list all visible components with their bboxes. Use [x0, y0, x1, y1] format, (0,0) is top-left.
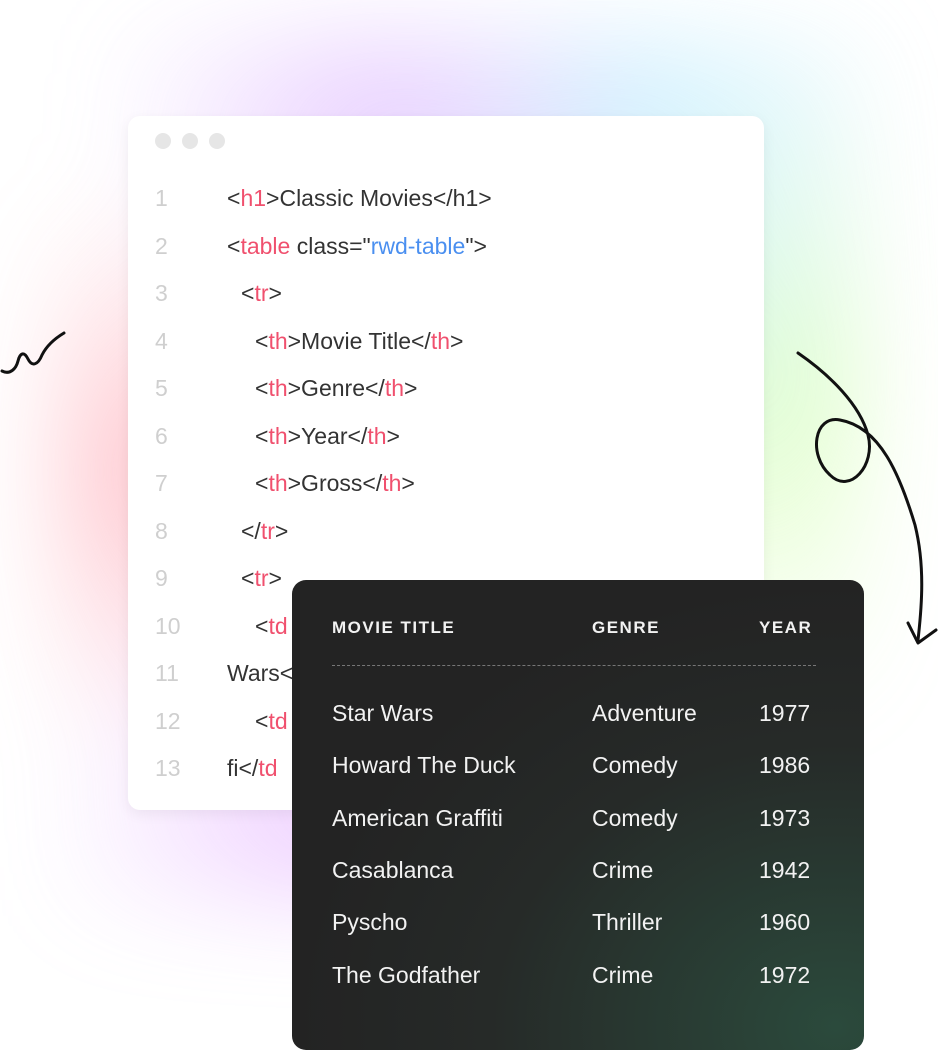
header-year: YEAR: [759, 618, 813, 637]
code-token: Wars<: [227, 660, 294, 686]
tag-name: th: [382, 470, 402, 496]
tag-name: table: [240, 232, 291, 259]
cell-genre: Crime: [592, 961, 654, 988]
code-token: >: [268, 280, 282, 306]
header-movie-title: MOVIE TITLE: [332, 618, 456, 637]
line-number: 13: [155, 755, 181, 781]
code-token: <: [227, 232, 241, 259]
cell-year: 1986: [759, 752, 811, 779]
cell-year: 1972: [759, 961, 811, 988]
cell-year: 1960: [759, 909, 811, 936]
code-token: <: [241, 565, 255, 591]
line-number: 9: [155, 565, 168, 591]
code-token: <: [255, 612, 269, 639]
tag-name: th: [268, 375, 288, 401]
code-token: >: [404, 375, 418, 401]
tag-name: h1: [240, 185, 267, 211]
code-token: <: [255, 327, 269, 354]
line-number: 1: [155, 185, 168, 211]
code-token: >Gross</: [287, 470, 383, 496]
line-number: 2: [155, 232, 168, 259]
code-text: <tr>: [241, 278, 282, 308]
code-text: <th>Gross</th>: [255, 468, 415, 498]
code-token: <: [255, 375, 269, 401]
tag-name: th: [268, 327, 288, 354]
cell-year: 1973: [759, 804, 811, 831]
tag-name: th: [268, 470, 288, 496]
cell-year: 1942: [759, 856, 811, 883]
code-token: >: [268, 565, 282, 591]
squiggle-left-icon: [0, 331, 66, 374]
tag-name: th: [268, 422, 288, 449]
header-genre: GENRE: [592, 618, 660, 637]
code-token: <: [241, 280, 255, 306]
tag-name: td: [258, 755, 278, 781]
tag-name: th: [430, 327, 450, 354]
line-number: 7: [155, 470, 168, 496]
code-token: >: [274, 517, 289, 544]
window-dot: [182, 133, 198, 149]
line-number: 12: [155, 707, 181, 734]
tag-name: tr: [254, 565, 269, 591]
code-token: <: [255, 707, 269, 734]
code-token: <: [255, 470, 269, 496]
cell-title: Howard The Duck: [332, 752, 516, 779]
tag-name: th: [384, 375, 404, 401]
code-token: >Classic Movies</h1>: [266, 185, 492, 211]
cell-genre: Adventure: [592, 700, 697, 726]
code-text: <td: [255, 706, 288, 736]
line-number: 4: [155, 327, 168, 354]
cell-genre: Crime: [592, 856, 654, 883]
code-text: <th>Movie Title</th>: [255, 326, 463, 356]
line-number: 10: [155, 612, 181, 639]
window-dot: [155, 133, 171, 149]
line-number: 5: [155, 375, 168, 401]
tag-name: th: [367, 422, 387, 449]
cell-genre: Comedy: [592, 804, 678, 831]
code-text: <th>Genre</th>: [255, 373, 417, 403]
cell-year: 1977: [759, 700, 811, 726]
tag-name: td: [268, 707, 288, 734]
code-text: <table class="rwd-table">: [227, 231, 487, 261]
tag-name: tr: [260, 517, 275, 544]
code-text: fi</td: [227, 753, 278, 783]
code-token: >: [401, 470, 415, 496]
window-dot: [209, 133, 225, 149]
cell-title: The Godfather: [332, 961, 481, 988]
code-token: </: [241, 517, 261, 544]
code-token: ">: [465, 232, 487, 259]
tag-name: td: [268, 612, 288, 639]
line-number: 11: [155, 660, 179, 686]
code-token: <: [255, 422, 269, 449]
cell-genre: Comedy: [592, 752, 678, 779]
cell-genre: Thriller: [592, 909, 663, 936]
code-text: <tr>: [241, 563, 282, 593]
code-token: >: [386, 422, 400, 449]
attribute-value: rwd-table: [370, 232, 466, 259]
cell-title: American Graffiti: [332, 804, 503, 831]
code-token: >: [450, 327, 464, 354]
code-text: <td: [255, 611, 288, 641]
code-token: class=": [290, 232, 371, 259]
code-text: <h1>Classic Movies</h1>: [227, 183, 492, 213]
cell-title: Pyscho: [332, 909, 408, 936]
movies-table-preview: MOVIE TITLE GENRE YEAR Star Wars Adventur…: [292, 580, 864, 1050]
header-divider: [332, 665, 816, 666]
code-text: <th>Year</th>: [255, 421, 400, 451]
line-number: 6: [155, 422, 168, 449]
cell-title: Casablanca: [332, 856, 454, 883]
code-token: >Genre</: [287, 375, 385, 401]
line-number: 3: [155, 280, 168, 306]
code-token: fi</: [227, 755, 259, 781]
line-number: 8: [155, 517, 168, 544]
tag-name: tr: [254, 280, 269, 306]
code-token: <: [227, 185, 241, 211]
cell-title: Star Wars: [332, 700, 434, 726]
code-text: </tr>: [241, 516, 288, 546]
code-token: >Movie Title</: [287, 327, 431, 354]
code-text: Wars<: [227, 658, 293, 688]
code-token: >Year</: [287, 422, 368, 449]
